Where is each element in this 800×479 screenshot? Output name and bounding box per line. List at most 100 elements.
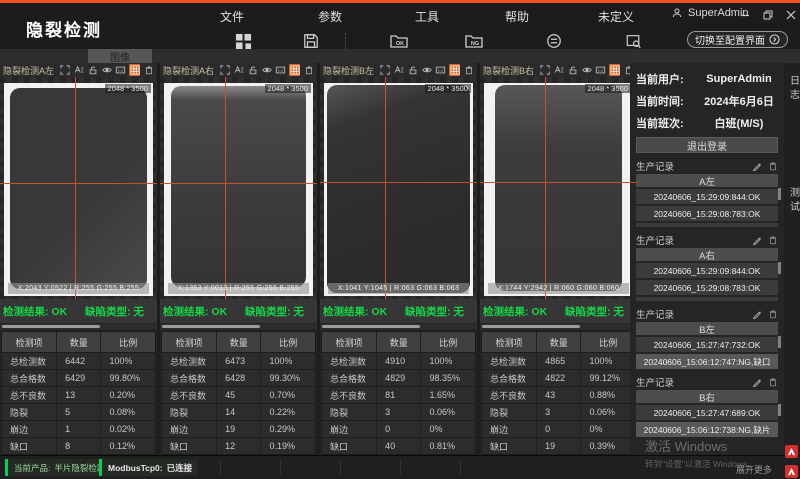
fit-view-icon[interactable]: [219, 64, 230, 76]
trash-icon[interactable]: [768, 161, 778, 171]
record-scrollbar-thumb[interactable]: [778, 188, 781, 200]
horizontal-scrollbar[interactable]: [160, 324, 317, 329]
folder-ng-icon[interactable]: NG: [463, 32, 485, 50]
floating-overlay-icon[interactable]: [785, 445, 798, 458]
production-record-group-b-left: 生产记录 B左 20240606_15:27:47:732:OK 2024060…: [636, 307, 778, 369]
stat-name: 崩边: [2, 421, 57, 437]
annotation-icon[interactable]: [393, 64, 404, 76]
tab-test[interactable]: 测试: [786, 187, 800, 215]
horizontal-scrollbar[interactable]: [480, 324, 637, 329]
layout-tiles-icon[interactable]: [232, 32, 254, 50]
table-row: 总不良数130.20%: [2, 387, 155, 404]
unlock-icon[interactable]: [87, 64, 98, 76]
record-scrollbar-thumb[interactable]: [778, 336, 781, 348]
annotation-icon[interactable]: [553, 64, 564, 76]
eye-icon[interactable]: [261, 64, 272, 76]
table-row: 崩边190.29%: [162, 421, 315, 438]
menu-params[interactable]: 参数: [318, 8, 342, 25]
delete-image-icon[interactable]: [143, 64, 154, 76]
fit-view-icon[interactable]: [59, 64, 70, 76]
record-item-selected[interactable]: 20240606_15:06:12:738:NG,缺片: [636, 422, 778, 437]
records-stack-icon[interactable]: [543, 32, 565, 50]
eye-icon[interactable]: [581, 64, 592, 76]
fit-view-icon[interactable]: [539, 64, 550, 76]
col-header-ratio: 比例: [421, 332, 475, 352]
scrollbar-thumb[interactable]: [162, 325, 260, 328]
image-viewport[interactable]: 2048 * 3500 X:1353 Y:0013 | R:255 G:255 …: [160, 77, 317, 299]
fit-view-icon[interactable]: [379, 64, 390, 76]
grid-icon[interactable]: [449, 64, 460, 76]
scrollbar-thumb[interactable]: [482, 325, 580, 328]
user-value: SuperAdmin: [700, 73, 778, 85]
record-item[interactable]: 20240606_15:27:47:732:OK: [636, 337, 778, 352]
scrollbar-thumb[interactable]: [322, 325, 420, 328]
stat-name: 隐裂: [162, 404, 217, 420]
image-viewport[interactable]: 2048 * 3500 X:2043 Y:0522 | R:255 G:255 …: [0, 77, 157, 299]
result-bar: 检测结果: OK 缺陷类型: 无: [160, 299, 317, 323]
modbus-connection-status: ModbusTcp0: 已连接: [99, 459, 198, 476]
connection-label: ModbusTcp0:: [108, 463, 163, 473]
one-to-one-icon[interactable]: 1:1: [595, 64, 606, 76]
annotation-icon[interactable]: [73, 64, 84, 76]
scrollbar-thumb[interactable]: [2, 325, 100, 328]
edit-icon[interactable]: [752, 377, 762, 387]
close-button[interactable]: [784, 8, 798, 22]
image-viewport[interactable]: 2048 * 3500 X:1041 Y:1045 | R:063 G:063 …: [320, 77, 477, 299]
horizontal-scrollbar[interactable]: [320, 324, 477, 329]
grid-icon[interactable]: [129, 64, 140, 76]
status-separator: [280, 460, 281, 475]
record-item-selected[interactable]: 20240606_15:06:12:747:NG,缺口: [636, 354, 778, 369]
menu-undefined[interactable]: 未定义: [598, 8, 634, 25]
record-item[interactable]: 20240606_15:29:09:844:OK: [636, 263, 778, 278]
edit-icon[interactable]: [752, 235, 762, 245]
minimize-button[interactable]: [738, 8, 752, 22]
stat-name: 总检测数: [322, 353, 377, 369]
grid-icon[interactable]: [289, 64, 300, 76]
edit-icon[interactable]: [752, 309, 762, 319]
grid-icon[interactable]: [609, 64, 620, 76]
menu-tools[interactable]: 工具: [415, 8, 439, 25]
find-image-icon[interactable]: [622, 32, 644, 50]
unlock-icon[interactable]: [247, 64, 258, 76]
floating-overlay-icon[interactable]: [785, 465, 798, 478]
camera-label: B左: [636, 322, 778, 335]
tab-log[interactable]: 日志: [786, 75, 800, 103]
menu-help[interactable]: 帮助: [505, 8, 529, 25]
record-item[interactable]: 20240606_15:29:09:844:OK: [636, 189, 778, 204]
record-scrollbar-thumb[interactable]: [778, 262, 781, 274]
horizontal-scrollbar[interactable]: [0, 324, 157, 329]
save-icon[interactable]: [300, 32, 322, 50]
delete-image-icon[interactable]: [303, 64, 314, 76]
folder-ok-icon[interactable]: OK: [388, 32, 410, 50]
one-to-one-icon[interactable]: 1:1: [115, 64, 126, 76]
stat-name: 缺口: [2, 438, 57, 454]
switch-to-config-button[interactable]: 切换至配置界面: [687, 31, 788, 48]
group-header: 生产记录: [636, 307, 778, 321]
one-to-one-icon[interactable]: 1:1: [435, 64, 446, 76]
unlock-icon[interactable]: [407, 64, 418, 76]
record-item[interactable]: 20240606_15:27:47:689:OK: [636, 405, 778, 420]
trash-icon[interactable]: [768, 235, 778, 245]
delete-image-icon[interactable]: [463, 64, 474, 76]
tab-image[interactable]: 图像: [88, 49, 152, 63]
annotation-icon[interactable]: [233, 64, 244, 76]
image-viewport[interactable]: 2048 * 3500 X:1744 Y:2942 | R:060 G:060 …: [480, 77, 637, 299]
unlock-icon[interactable]: [567, 64, 578, 76]
restore-button[interactable]: [761, 8, 775, 22]
edit-icon[interactable]: [752, 161, 762, 171]
panel-header: 隐裂检测B左 1:1: [320, 63, 477, 77]
trash-icon[interactable]: [768, 377, 778, 387]
record-scrollbar-thumb[interactable]: [778, 404, 781, 416]
record-item[interactable]: 20240606_15:29:08:783:OK: [636, 206, 778, 221]
expand-more-link[interactable]: 展开更多: [736, 463, 772, 476]
logout-button[interactable]: 退出登录: [636, 137, 778, 153]
trash-icon[interactable]: [768, 309, 778, 319]
menu-file[interactable]: 文件: [220, 8, 244, 25]
one-to-one-icon[interactable]: 1:1: [275, 64, 286, 76]
eye-icon[interactable]: [101, 64, 112, 76]
eye-icon[interactable]: [421, 64, 432, 76]
camera-label: B右: [636, 390, 778, 403]
camera-label: A左: [636, 174, 778, 187]
stats-table: 检测项数量比例 总检测数6473100% 总合格数642899.30% 总不良数…: [161, 331, 316, 454]
record-item[interactable]: 20240606_15:29:08:783:OK: [636, 280, 778, 295]
